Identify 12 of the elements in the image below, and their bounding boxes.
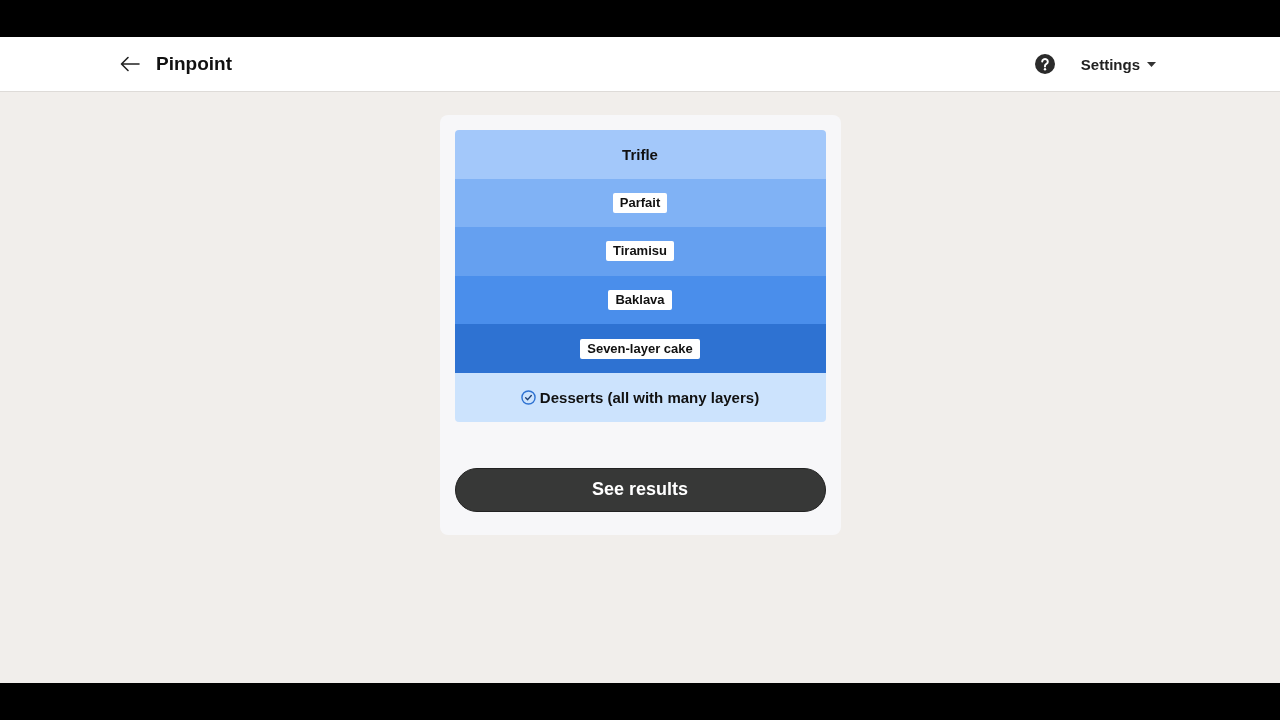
layer-tag: Baklava	[608, 290, 672, 311]
app-title: Pinpoint	[156, 53, 232, 75]
category-label: Desserts (all with many layers)	[539, 388, 760, 406]
caret-icon	[1147, 61, 1156, 67]
see-results-button[interactable]: See results	[454, 467, 826, 512]
settings-menu-button[interactable]: Settings	[1080, 55, 1156, 73]
help-icon[interactable]	[1034, 54, 1055, 74]
layer-label: Trifle	[622, 145, 658, 163]
back-arrow-icon[interactable]	[120, 56, 140, 72]
layer-tag: Seven-layer cake	[580, 338, 700, 359]
layer-tag: Parfait	[612, 192, 668, 213]
layer-tag: Tiramisu	[606, 241, 674, 262]
